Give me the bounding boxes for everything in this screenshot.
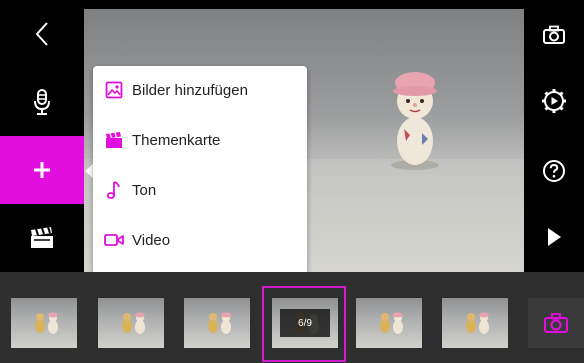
menu-item-sound[interactable]: Ton bbox=[93, 166, 307, 214]
menu-item-theme-card[interactable]: Themenkarte bbox=[93, 116, 307, 164]
play-icon bbox=[548, 228, 561, 246]
back-button[interactable] bbox=[0, 8, 84, 60]
frame-thumbnail[interactable] bbox=[184, 298, 250, 348]
menu-item-label: Themenkarte bbox=[132, 131, 221, 149]
clay-figure-image bbox=[391, 72, 439, 170]
gear-play-icon bbox=[542, 89, 566, 113]
play-button[interactable] bbox=[524, 212, 584, 262]
theme-card-icon bbox=[104, 130, 124, 150]
stop-motion-editor: Bilder hinzufügen Themenkarte Ton Video … bbox=[0, 0, 584, 363]
microphone-button[interactable] bbox=[0, 76, 84, 128]
plus-icon bbox=[34, 162, 50, 178]
microphone-icon bbox=[34, 89, 50, 115]
frame-timeline: 6/9 bbox=[0, 272, 584, 363]
left-toolbar bbox=[0, 0, 84, 272]
frame-thumbnail[interactable] bbox=[98, 298, 164, 348]
video-camera-icon bbox=[104, 230, 124, 250]
menu-item-label: Video bbox=[132, 231, 171, 249]
settings-button[interactable] bbox=[524, 76, 584, 126]
clapperboard-icon bbox=[31, 226, 53, 248]
menu-item-label: Bilder hinzufügen bbox=[132, 81, 248, 99]
right-toolbar bbox=[524, 0, 584, 272]
frame-thumbnail[interactable] bbox=[11, 298, 77, 348]
add-button[interactable] bbox=[0, 136, 84, 204]
add-content-menu: Bilder hinzufügen Themenkarte Ton Video bbox=[93, 66, 307, 275]
clay-figures-image bbox=[35, 312, 58, 334]
camera-icon bbox=[544, 313, 568, 333]
clay-figures-image bbox=[380, 312, 403, 334]
frame-thumbnail[interactable] bbox=[442, 298, 508, 348]
music-note-icon bbox=[104, 180, 124, 200]
frame-counter-overlay: 6/9 bbox=[280, 309, 330, 337]
clapperboard-button[interactable] bbox=[0, 212, 84, 264]
camera-switch-button[interactable] bbox=[524, 10, 584, 60]
selected-frame-thumbnail[interactable]: 6/9 bbox=[272, 298, 338, 348]
menu-item-add-images[interactable]: Bilder hinzufügen bbox=[93, 66, 307, 114]
capture-frame-button[interactable] bbox=[528, 298, 584, 348]
frame-counter: 6/9 bbox=[298, 317, 312, 329]
frame-thumbnail[interactable] bbox=[356, 298, 422, 348]
image-icon bbox=[104, 80, 124, 100]
clay-figures-image bbox=[122, 312, 145, 334]
menu-item-label: Ton bbox=[132, 181, 157, 199]
help-button[interactable] bbox=[524, 146, 584, 196]
menu-item-video[interactable]: Video bbox=[93, 216, 307, 264]
camera-icon bbox=[543, 25, 565, 44]
question-icon bbox=[543, 160, 565, 182]
clay-figures-image bbox=[208, 312, 231, 334]
clay-figures-image bbox=[466, 312, 489, 334]
chevron-left-icon bbox=[35, 22, 48, 46]
